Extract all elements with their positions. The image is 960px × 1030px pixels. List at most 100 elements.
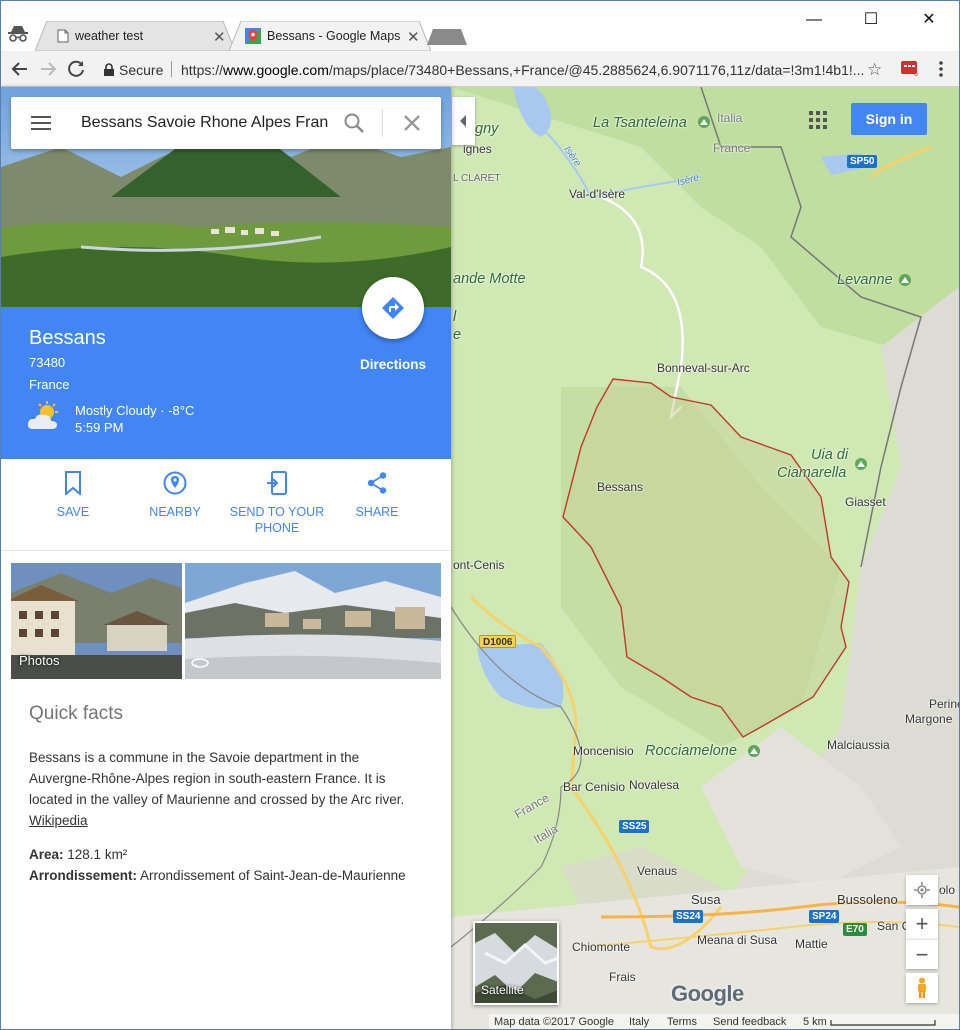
photos-label: Photos	[19, 653, 60, 668]
road-shield-ss24: SS24	[673, 910, 704, 923]
browser-menu-icon[interactable]	[933, 59, 949, 79]
peak-icon	[698, 116, 710, 128]
map-label-uia: Uia di	[811, 447, 849, 463]
panorama-thumbnail[interactable]	[185, 563, 441, 679]
menu-icon[interactable]	[31, 115, 51, 131]
nearby-button[interactable]: NEARBY	[123, 471, 227, 520]
map-label-olo: olo	[939, 883, 956, 897]
road-shield-e70: E70	[843, 923, 867, 936]
search-input[interactable]: Bessans Savoie Rhone Alpes France	[81, 114, 329, 132]
snowy-village-photo	[185, 563, 441, 679]
panorama-360-icon	[191, 658, 209, 668]
address-divider	[171, 61, 172, 77]
arrondissement-fact: Arrondissement: Arrondissement of Saint-…	[29, 868, 406, 883]
satellite-toggle[interactable]: Satellite	[473, 921, 559, 1005]
browser-window: weather test ✕ Bessans - Google Maps ✕ —…	[0, 0, 960, 1030]
tab-close-icon[interactable]: ✕	[407, 28, 420, 46]
chevron-left-icon	[460, 115, 466, 127]
tab-strip: weather test ✕ Bessans - Google Maps ✕ —…	[1, 1, 959, 51]
map-label-val-disere: Val-d'Isère	[569, 187, 626, 201]
my-location-icon	[914, 882, 930, 898]
directions-button[interactable]	[362, 277, 424, 339]
bookmark-icon	[65, 471, 81, 495]
secure-label: Secure	[119, 62, 164, 78]
photo-strip	[11, 563, 441, 679]
map-label-france-top: France	[713, 141, 751, 155]
maximize-button[interactable]: ☐	[851, 9, 891, 31]
peak-icon	[899, 274, 911, 286]
search-box: Bessans Savoie Rhone Alpes France	[11, 97, 441, 149]
google-maps-favicon	[245, 28, 261, 44]
map-label-bussoleno: Bussoleno	[837, 892, 898, 907]
close-icon[interactable]	[401, 112, 423, 134]
map-label-rocciamelone: Rocciamelone	[645, 743, 737, 759]
location-pin-icon	[163, 471, 187, 495]
region-link[interactable]: Italy	[629, 1016, 649, 1028]
tab-bessans-maps[interactable]: Bessans - Google Maps ✕	[229, 21, 431, 51]
sign-in-button[interactable]: Sign in	[851, 103, 927, 135]
map-label-bar-cenisio: Bar Cenisio	[563, 780, 626, 794]
wikipedia-link[interactable]: Wikipedia	[29, 813, 88, 828]
area-fact: Area: 128.1 km²	[29, 847, 128, 862]
send-feedback-link[interactable]: Send feedback	[713, 1016, 786, 1028]
map-label-e: e	[453, 327, 462, 343]
map-label-gny: gny	[475, 121, 499, 137]
postal-code: 73480	[29, 355, 66, 370]
extension-icon[interactable]: 6	[900, 59, 920, 77]
peak-icon	[748, 745, 760, 757]
search-icon[interactable]	[343, 112, 365, 134]
tab-close-icon[interactable]: ✕	[213, 28, 226, 46]
map-label-venaus: Venaus	[637, 864, 678, 878]
map-label-mattie: Mattie	[795, 937, 828, 951]
directions-icon	[382, 297, 404, 319]
place-name: Bessans	[29, 327, 106, 349]
browser-toolbar: Secure https://www.google.com/maps/place…	[1, 51, 959, 87]
tab-title: Bessans - Google Maps	[267, 29, 401, 43]
scale-bar	[830, 1020, 936, 1026]
place-country: France	[29, 377, 70, 392]
new-tab-button[interactable]	[427, 29, 467, 45]
google-apps-grid-icon[interactable]	[809, 111, 827, 129]
incognito-icon	[8, 26, 28, 42]
road-shield-sp24: SP24	[809, 910, 840, 923]
map-label-claret: L CLARET	[453, 173, 501, 184]
weather-condition: Mostly Cloudy · -8°C	[75, 403, 195, 418]
map-label-l: l	[453, 309, 457, 325]
tab-weather-test[interactable]: weather test ✕	[35, 21, 235, 51]
map-label-moncenisio: Moncenisio	[573, 744, 634, 758]
lock-icon	[104, 63, 114, 76]
send-to-phone-button[interactable]: SEND TO YOUR PHONE	[225, 471, 329, 536]
map-label-frais: Frais	[609, 970, 636, 984]
back-arrow-icon[interactable]	[9, 58, 31, 80]
forward-arrow-icon[interactable]	[37, 58, 59, 80]
road-shield-d1006: D1006	[479, 635, 517, 648]
scale-label: 5 km	[803, 1016, 827, 1028]
zoom-in-button[interactable]: +	[906, 909, 938, 939]
search-divider	[382, 109, 383, 137]
directions-label[interactable]: Directions	[341, 357, 445, 372]
save-button[interactable]: SAVE	[21, 471, 125, 520]
reload-icon[interactable]	[65, 58, 87, 80]
map-label-chiomonte: Chiomonte	[572, 940, 631, 954]
share-button[interactable]: SHARE	[325, 471, 429, 520]
bookmark-star-icon[interactable]: ☆	[867, 60, 882, 80]
road-shield-sp50: SP50	[847, 155, 878, 168]
minimize-button[interactable]: —	[794, 9, 834, 31]
map-label-novalesa: Novalesa	[629, 778, 680, 792]
save-label: SAVE	[56, 505, 90, 519]
url-text[interactable]: https://www.google.com/maps/place/73480+…	[181, 62, 865, 78]
nearby-label: NEARBY	[149, 505, 201, 519]
road-shield-ss25: SS25	[619, 820, 650, 833]
terms-link[interactable]: Terms	[667, 1016, 697, 1028]
address-bar[interactable]: Secure https://www.google.com/maps/place…	[93, 55, 893, 83]
quick-facts-title: Quick facts	[29, 703, 123, 724]
partly-cloudy-icon	[27, 401, 58, 429]
send-to-phone-icon	[267, 471, 287, 495]
map-label-tsanteleina: La Tsanteleina	[593, 115, 687, 131]
close-window-button[interactable]: ✕	[909, 9, 949, 31]
satellite-label: Satellite	[481, 983, 524, 997]
pegman-button[interactable]	[906, 973, 938, 1003]
my-location-button[interactable]	[906, 875, 938, 905]
collapse-panel-button[interactable]	[452, 97, 475, 145]
zoom-out-button[interactable]: −	[906, 939, 938, 969]
